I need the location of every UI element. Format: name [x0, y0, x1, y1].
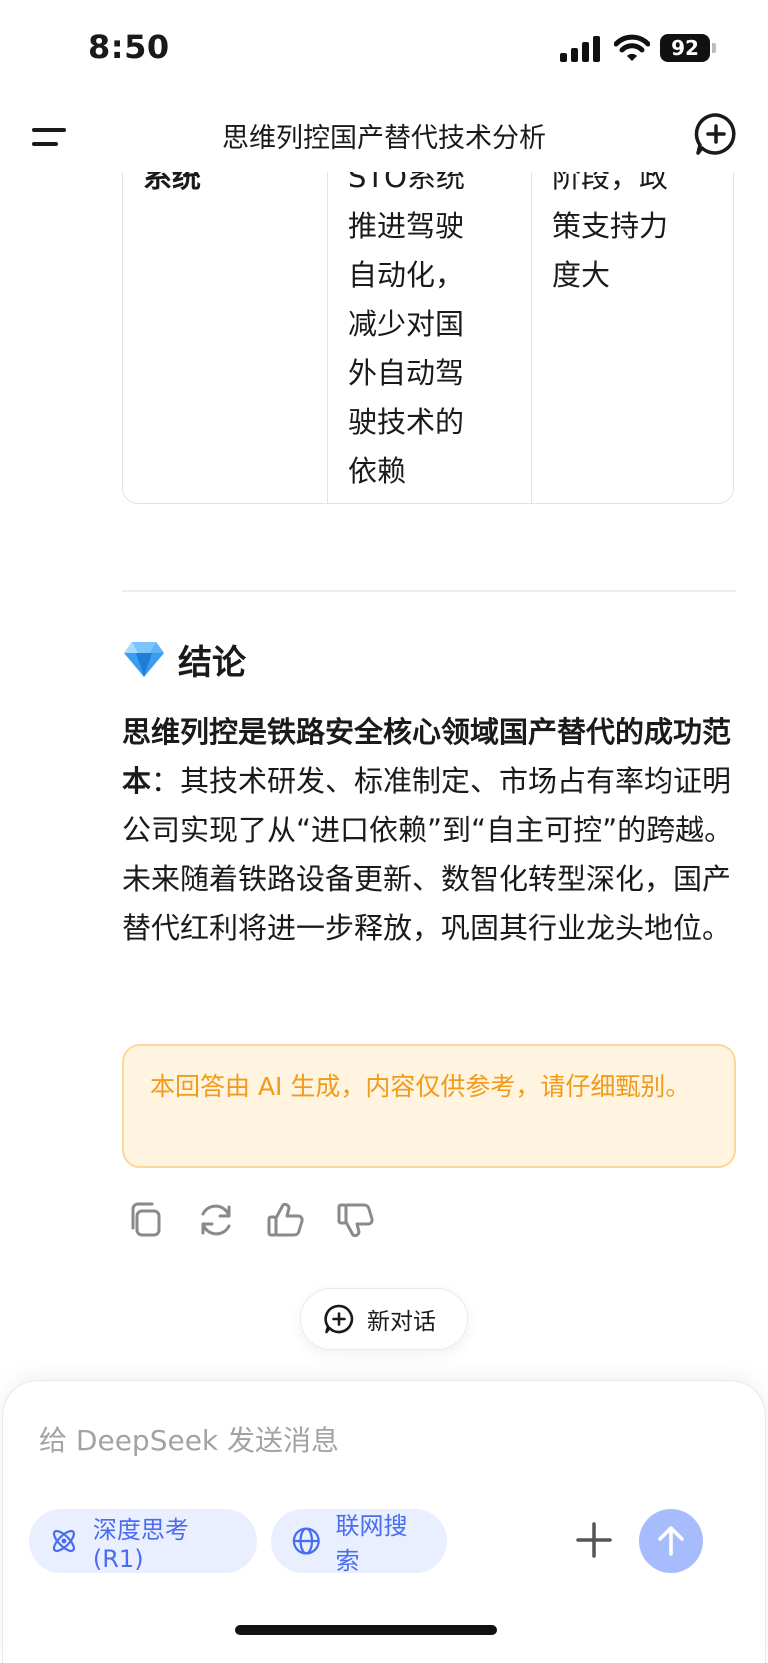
conclusion-heading: 结论	[122, 634, 246, 684]
message-input[interactable]	[39, 1415, 699, 1465]
cell-line: 度大	[552, 258, 611, 292]
table-cell-col1: 系统	[143, 172, 313, 503]
composer: 深度思考 (R1) 联网搜索	[2, 1380, 766, 1663]
globe-icon	[292, 1527, 320, 1555]
new-chat-button[interactable]: 新对话	[300, 1288, 468, 1350]
conclusion-paragraph: 思维列控是铁路安全核心领域国产替代的成功范本：其技术研发、标准制定、市场占有率均…	[122, 708, 738, 953]
web-search-label: 联网搜索	[335, 1512, 408, 1575]
message-actions	[124, 1198, 404, 1242]
section-divider	[122, 590, 736, 592]
copy-icon[interactable]	[124, 1198, 168, 1242]
plus-icon[interactable]	[569, 1515, 619, 1565]
deep-think-label: 深度思考 (R1)	[92, 1515, 189, 1573]
cell-line: 依赖	[348, 454, 407, 488]
cell-line: 策支持力	[552, 209, 669, 243]
conclusion-body: ：其技术研发、标准制定、市场占有率均证明公司实现了从“进口依赖”到“自主可控”的…	[122, 764, 734, 945]
cell-line: 外自动驾	[348, 356, 465, 390]
cell-line: 减少对国	[348, 307, 465, 341]
chat-content[interactable]: 系统 STO系统 推进驾驶 自动化， 减少对国 外自动驾 驶技术的 依赖 阶段，…	[0, 172, 768, 1372]
page-title: 思维列控国产替代技术分析	[222, 123, 546, 154]
battery-level: 92	[660, 34, 710, 62]
status-time: 8:50	[88, 28, 170, 66]
signal-icon	[560, 36, 600, 62]
new-chat-icon[interactable]	[692, 110, 740, 158]
cell-line: 阶段，政	[552, 172, 669, 194]
home-indicator	[235, 1625, 497, 1635]
wifi-icon	[614, 34, 650, 61]
regenerate-icon[interactable]	[194, 1198, 238, 1242]
arrow-up-icon	[658, 1526, 684, 1556]
deep-think-button[interactable]: 深度思考 (R1)	[29, 1509, 257, 1573]
thumbs-up-icon[interactable]	[264, 1198, 308, 1242]
status-bar: 8:50 92	[0, 0, 768, 100]
new-chat-label: 新对话	[367, 1309, 436, 1335]
cell-line: 系统	[143, 172, 202, 194]
menu-icon[interactable]	[28, 114, 72, 158]
gem-icon	[124, 642, 164, 677]
cell-line: 推进驾驶	[348, 209, 465, 243]
atom-icon	[52, 1529, 76, 1553]
table-cell-col2: STO系统 推进驾驶 自动化， 减少对国 外自动驾 驶技术的 依赖	[327, 172, 531, 503]
table-fragment: 系统 STO系统 推进驾驶 自动化， 减少对国 外自动驾 驶技术的 依赖 阶段，…	[122, 172, 734, 504]
table-cell-col3: 阶段，政 策支持力 度大	[531, 172, 735, 503]
ai-disclaimer: 本回答由 AI 生成，内容仅供参考，请仔细甄别。	[122, 1044, 736, 1168]
cell-line: STO系统	[348, 172, 465, 194]
new-chat-icon	[324, 1304, 354, 1334]
header: 思维列控国产替代技术分析	[0, 100, 768, 172]
web-search-button[interactable]: 联网搜索	[271, 1509, 447, 1575]
send-button[interactable]	[639, 1509, 703, 1573]
conclusion-title: 结论	[178, 642, 246, 683]
battery-icon: 92	[660, 34, 716, 62]
thumbs-down-icon[interactable]	[334, 1198, 378, 1242]
cell-line: 驶技术的	[348, 405, 465, 439]
cell-line: 自动化，	[348, 258, 465, 292]
